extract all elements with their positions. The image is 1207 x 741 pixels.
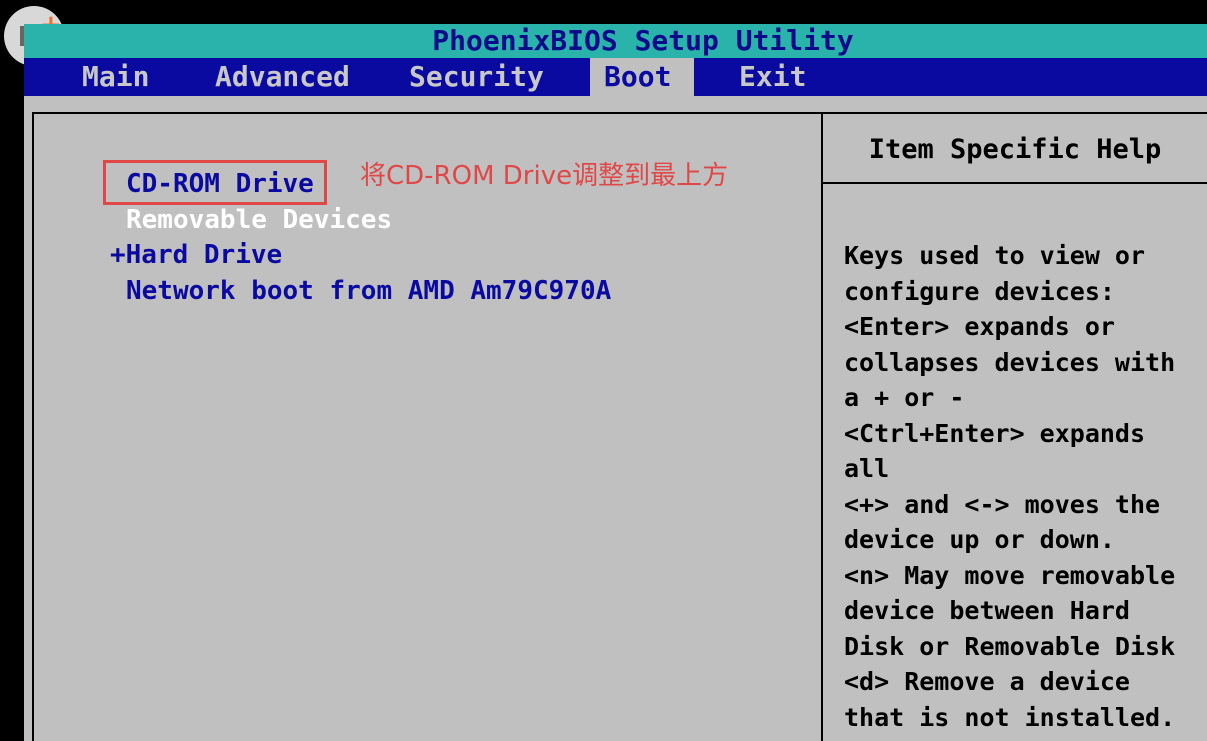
help-title: Item Specific Help [823,114,1207,184]
tab-main[interactable]: Main [74,58,157,96]
boot-item-hard-drive[interactable]: +Hard Drive [110,237,282,273]
help-line: device between Hard [844,596,1130,625]
help-line: <Enter> expands or [844,312,1115,341]
help-line: device up or down. [844,525,1115,554]
help-text: Keys used to view or configure devices: … [844,238,1194,735]
bios-screen: + PhoenixBIOS Setup Utility Main Advance… [0,0,1207,741]
annotation-text: 将CD-ROM Drive调整到最上方 [360,161,729,191]
help-line: <Ctrl+Enter> expands [844,418,1146,448]
help-line: configure devices: [844,276,1115,306]
tab-boot[interactable]: Boot [590,58,694,96]
annotation-highlight-box [103,160,327,205]
help-line: Keys used to view or [844,241,1146,270]
app-title: PhoenixBIOS Setup Utility [432,24,854,57]
tab-advanced[interactable]: Advanced [207,58,358,96]
boot-item-removable[interactable]: Removable Devices [126,202,392,238]
tab-exit[interactable]: Exit [731,58,814,96]
help-line: Disk or Removable Disk [844,631,1176,661]
boot-item-network[interactable]: Network boot from AMD Am79C970A [126,273,611,309]
help-line: a + or - [844,383,965,412]
menu-bar: Main Advanced Security Boot Exit [24,58,1207,96]
help-line: <n> May move removable [844,560,1176,590]
help-panel: Item Specific Help Keys used to view or … [821,112,1207,741]
help-line: <+> and <-> moves the [844,489,1161,519]
title-bar: PhoenixBIOS Setup Utility [24,24,1207,58]
help-line: collapses devices with [844,347,1176,377]
help-line: all [844,454,890,483]
help-line: that is not installed. [844,702,1176,732]
tab-security[interactable]: Security [401,58,552,96]
help-line: <d> Remove a device [844,667,1130,696]
